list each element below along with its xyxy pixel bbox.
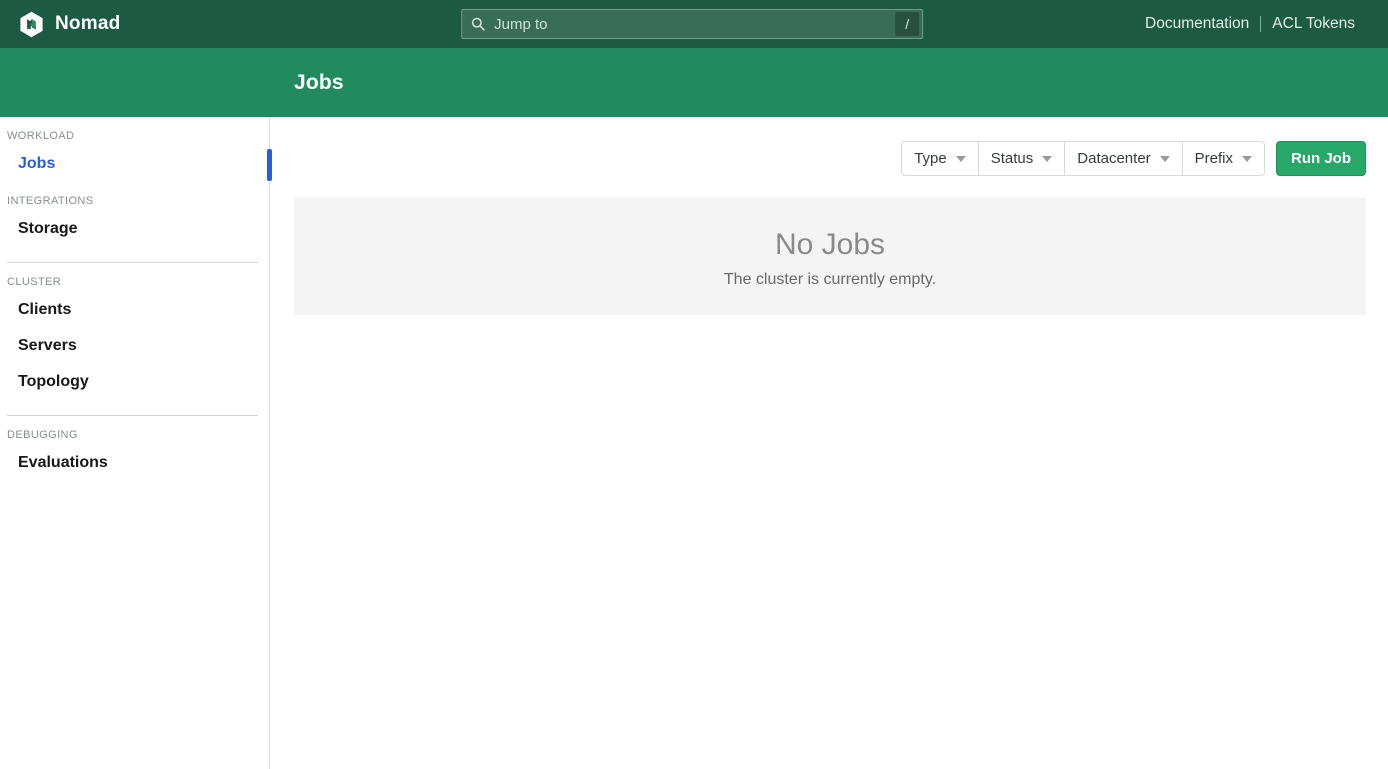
search-input[interactable]	[492, 15, 895, 34]
nomad-home-link[interactable]: Nomad	[0, 11, 120, 38]
chevron-down-icon	[1242, 156, 1252, 162]
chevron-down-icon	[1042, 156, 1052, 162]
filter-type-button[interactable]: Type	[901, 141, 979, 176]
nomad-logo-icon	[18, 11, 45, 38]
filter-datacenter-button[interactable]: Datacenter	[1064, 141, 1182, 176]
filter-status-button[interactable]: Status	[978, 141, 1066, 176]
empty-state-message: The cluster is currently empty.	[294, 271, 1366, 289]
filter-prefix-button[interactable]: Prefix	[1182, 141, 1265, 176]
top-links: Documentation ACL Tokens	[1145, 15, 1388, 33]
run-job-button[interactable]: Run Job	[1276, 141, 1366, 176]
active-indicator	[267, 149, 272, 181]
documentation-link[interactable]: Documentation	[1145, 15, 1249, 33]
sidebar-item-servers[interactable]: Servers	[0, 328, 269, 364]
sidebar-item-label: Evaluations	[18, 454, 108, 471]
sidebar-item-evaluations[interactable]: Evaluations	[0, 445, 269, 481]
sidebar-section-cluster: CLUSTER	[7, 276, 269, 288]
filter-label: Prefix	[1195, 150, 1233, 167]
empty-state-title: No Jobs	[294, 228, 1366, 262]
filter-label: Status	[991, 150, 1034, 167]
sidebar-item-topology[interactable]: Topology	[0, 364, 269, 400]
search-icon	[471, 17, 485, 31]
sidebar-item-label: Topology	[18, 373, 89, 390]
sidebar-item-label: Storage	[18, 220, 78, 237]
sidebar-divider	[7, 415, 258, 416]
empty-state-panel: No Jobs The cluster is currently empty.	[294, 198, 1366, 315]
sidebar-section-debugging: DEBUGGING	[7, 429, 269, 441]
brand-name: Nomad	[55, 13, 120, 35]
sidebar-item-label: Clients	[18, 301, 71, 318]
sidebar-item-jobs[interactable]: Jobs	[0, 146, 269, 182]
jobs-toolbar: Type Status Datacenter Prefix Run Job	[294, 141, 1366, 176]
jump-to-search[interactable]: /	[461, 9, 923, 39]
search-shortcut-key: /	[895, 12, 919, 36]
filter-label: Type	[914, 150, 947, 167]
chevron-down-icon	[1160, 156, 1170, 162]
sidebar-item-label: Servers	[18, 337, 77, 354]
sidebar: WORKLOAD Jobs INTEGRATIONS Storage CLUST…	[0, 117, 270, 769]
filter-label: Datacenter	[1077, 150, 1150, 167]
sidebar-item-storage[interactable]: Storage	[0, 211, 269, 247]
divider	[1260, 16, 1261, 32]
main-content: Type Status Datacenter Prefix Run Job	[270, 117, 1388, 769]
chevron-down-icon	[956, 156, 966, 162]
top-navigation-bar: Nomad / Documentation ACL Tokens	[0, 0, 1388, 48]
sidebar-item-label: Jobs	[18, 155, 55, 172]
section-header-bar: Jobs	[0, 48, 1388, 117]
filter-group: Type Status Datacenter Prefix	[901, 141, 1265, 176]
page-title: Jobs	[294, 71, 344, 95]
sidebar-section-workload: WORKLOAD	[7, 130, 269, 142]
sidebar-item-clients[interactable]: Clients	[0, 292, 269, 328]
sidebar-section-integrations: INTEGRATIONS	[7, 195, 269, 207]
acl-tokens-link[interactable]: ACL Tokens	[1272, 15, 1355, 33]
sidebar-divider	[7, 262, 258, 263]
